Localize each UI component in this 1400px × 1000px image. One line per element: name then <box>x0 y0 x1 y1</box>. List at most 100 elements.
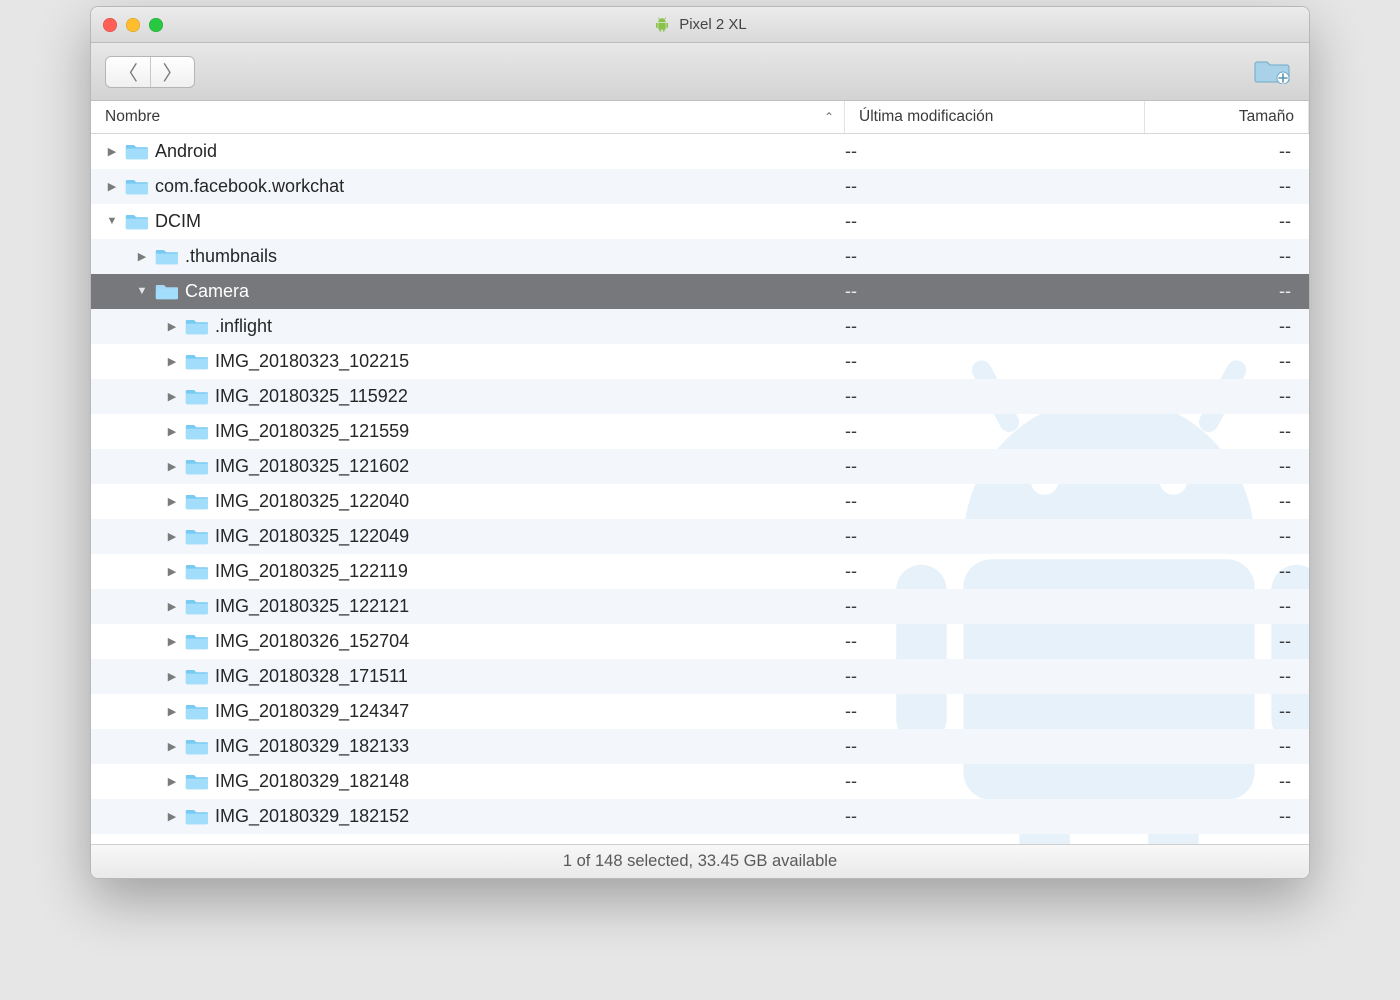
disclosure-closed-icon[interactable]: ▶ <box>165 635 179 648</box>
table-row[interactable]: ▶IMG_20180325_121602---- <box>91 449 1309 484</box>
row-name-cell: ▶ .thumbnails <box>91 246 845 267</box>
row-name-cell: ▼DCIM <box>91 211 845 232</box>
row-name-cell: ▶IMG_20180325_121559 <box>91 421 845 442</box>
row-name-label: IMG_20180325_122119 <box>215 561 408 582</box>
disclosure-open-icon[interactable]: ▼ <box>105 215 119 227</box>
row-size-cell: -- <box>1145 736 1309 757</box>
table-row[interactable]: ▶.inflight---- <box>91 309 1309 344</box>
table-row[interactable]: ▶IMG_20180326_152704---- <box>91 624 1309 659</box>
zoom-window-button[interactable] <box>149 18 163 32</box>
row-size-cell: -- <box>1145 141 1309 162</box>
nav-forward-button[interactable]: 〉 <box>150 57 194 87</box>
traffic-lights <box>103 18 163 32</box>
disclosure-closed-icon[interactable]: ▶ <box>165 810 179 823</box>
status-text: 1 of 148 selected, 33.45 GB available <box>563 852 837 871</box>
table-row[interactable]: ▼DCIM---- <box>91 204 1309 239</box>
table-row[interactable]: ▶IMG_20180325_115922---- <box>91 379 1309 414</box>
table-row[interactable]: ▶IMG_20180325_122119---- <box>91 554 1309 589</box>
disclosure-closed-icon[interactable]: ▶ <box>165 425 179 438</box>
table-row[interactable]: ▶IMG_20180323_102215---- <box>91 344 1309 379</box>
row-name-cell: ▶IMG_20180329_182133 <box>91 736 845 757</box>
window-title: Pixel 2 XL <box>91 16 1309 34</box>
disclosure-closed-icon[interactable]: ▶ <box>105 180 119 193</box>
disclosure-closed-icon[interactable]: ▶ <box>165 530 179 543</box>
row-name-label: Android <box>155 141 217 162</box>
row-size-cell: -- <box>1145 211 1309 232</box>
folder-icon <box>185 456 209 476</box>
table-row[interactable]: ▶IMG_20180325_121559---- <box>91 414 1309 449</box>
nav-back-button[interactable]: 〈 <box>106 57 150 87</box>
row-modified-cell: -- <box>845 526 1145 547</box>
row-modified-cell: -- <box>845 561 1145 582</box>
row-name-label: IMG_20180323_102215 <box>215 351 409 372</box>
disclosure-open-icon[interactable]: ▼ <box>135 285 149 297</box>
chevron-right-icon: 〉 <box>163 57 183 86</box>
folder-icon <box>185 316 209 336</box>
disclosure-closed-icon[interactable]: ▶ <box>165 320 179 333</box>
disclosure-closed-icon[interactable]: ▶ <box>165 495 179 508</box>
table-row[interactable]: ▶IMG_20180325_122121---- <box>91 589 1309 624</box>
row-name-cell: ▶IMG_20180325_115922 <box>91 386 845 407</box>
folder-icon <box>185 421 209 441</box>
row-modified-cell: -- <box>845 631 1145 652</box>
row-name-cell: ▶ IMG_20180329_182152 <box>91 806 845 827</box>
table-row[interactable]: ▶IMG_20180329_182148---- <box>91 764 1309 799</box>
row-size-cell: -- <box>1145 176 1309 197</box>
table-row[interactable]: ▼Camera---- <box>91 274 1309 309</box>
disclosure-closed-icon[interactable]: ▶ <box>165 355 179 368</box>
disclosure-closed-icon[interactable]: ▶ <box>165 670 179 683</box>
table-row[interactable]: ▶.thumbnails---- <box>91 239 1309 274</box>
row-name-cell: ▶ .inflight <box>91 316 845 337</box>
window-title-text: Pixel 2 XL <box>679 16 747 33</box>
close-window-button[interactable] <box>103 18 117 32</box>
column-header-size[interactable]: Tamaño <box>1145 101 1309 133</box>
disclosure-closed-icon[interactable]: ▶ <box>165 460 179 473</box>
row-modified-cell: -- <box>845 351 1145 372</box>
row-modified-cell: -- <box>845 736 1145 757</box>
new-folder-button[interactable] <box>1249 54 1295 90</box>
row-modified-cell: -- <box>845 596 1145 617</box>
minimize-window-button[interactable] <box>126 18 140 32</box>
row-name-label: .thumbnails <box>185 246 277 267</box>
disclosure-closed-icon[interactable]: ▶ <box>135 250 149 263</box>
row-name-cell: ▶ IMG_20180325_122121 <box>91 596 845 617</box>
new-folder-icon <box>1254 54 1290 89</box>
row-name-label: com.facebook.workchat <box>155 176 344 197</box>
table-row[interactable]: ▶IMG_20180328_171511---- <box>91 659 1309 694</box>
status-bar: 1 of 148 selected, 33.45 GB available <box>91 844 1309 878</box>
row-name-label: IMG_20180325_122040 <box>215 491 409 512</box>
disclosure-closed-icon[interactable]: ▶ <box>165 740 179 753</box>
row-name-label: .inflight <box>215 316 272 337</box>
disclosure-closed-icon[interactable]: ▶ <box>165 390 179 403</box>
disclosure-closed-icon[interactable]: ▶ <box>165 565 179 578</box>
table-row[interactable]: ▶com.facebook.workchat---- <box>91 169 1309 204</box>
titlebar: Pixel 2 XL <box>91 7 1309 43</box>
row-name-label: IMG_20180325_122121 <box>215 596 409 617</box>
table-row[interactable]: ▶IMG_20180329_182152---- <box>91 799 1309 834</box>
column-header: Nombre ⌃ Última modificación Tamaño <box>91 101 1309 134</box>
sort-ascending-icon: ⌃ <box>824 110 834 124</box>
row-name-cell: ▶ IMG_20180325_122119 <box>91 561 845 582</box>
disclosure-closed-icon[interactable]: ▶ <box>105 145 119 158</box>
table-row[interactable]: ▶IMG_20180329_182133---- <box>91 729 1309 764</box>
row-name-label: IMG_20180329_182152 <box>215 806 409 827</box>
table-row[interactable]: ▶IMG_20180325_122040---- <box>91 484 1309 519</box>
nav-group: 〈 〉 <box>105 56 195 88</box>
file-list[interactable]: ▶Android----▶com.facebook.workchat----▼D… <box>91 134 1309 844</box>
toolbar: 〈 〉 <box>91 43 1309 101</box>
table-row[interactable]: ▶IMG_20180329_124347---- <box>91 694 1309 729</box>
folder-icon <box>185 701 209 721</box>
row-name-cell: ▶IMG_20180329_124347 <box>91 701 845 722</box>
row-name-cell: ▶ Android <box>91 141 845 162</box>
column-header-name[interactable]: Nombre ⌃ <box>91 101 845 133</box>
column-header-modified[interactable]: Última modificación <box>845 101 1145 133</box>
folder-icon <box>185 351 209 371</box>
folder-icon <box>185 736 209 756</box>
column-header-size-label: Tamaño <box>1239 108 1294 126</box>
folder-icon <box>185 596 209 616</box>
disclosure-closed-icon[interactable]: ▶ <box>165 600 179 613</box>
table-row[interactable]: ▶IMG_20180325_122049---- <box>91 519 1309 554</box>
table-row[interactable]: ▶Android---- <box>91 134 1309 169</box>
disclosure-closed-icon[interactable]: ▶ <box>165 705 179 718</box>
disclosure-closed-icon[interactable]: ▶ <box>165 775 179 788</box>
